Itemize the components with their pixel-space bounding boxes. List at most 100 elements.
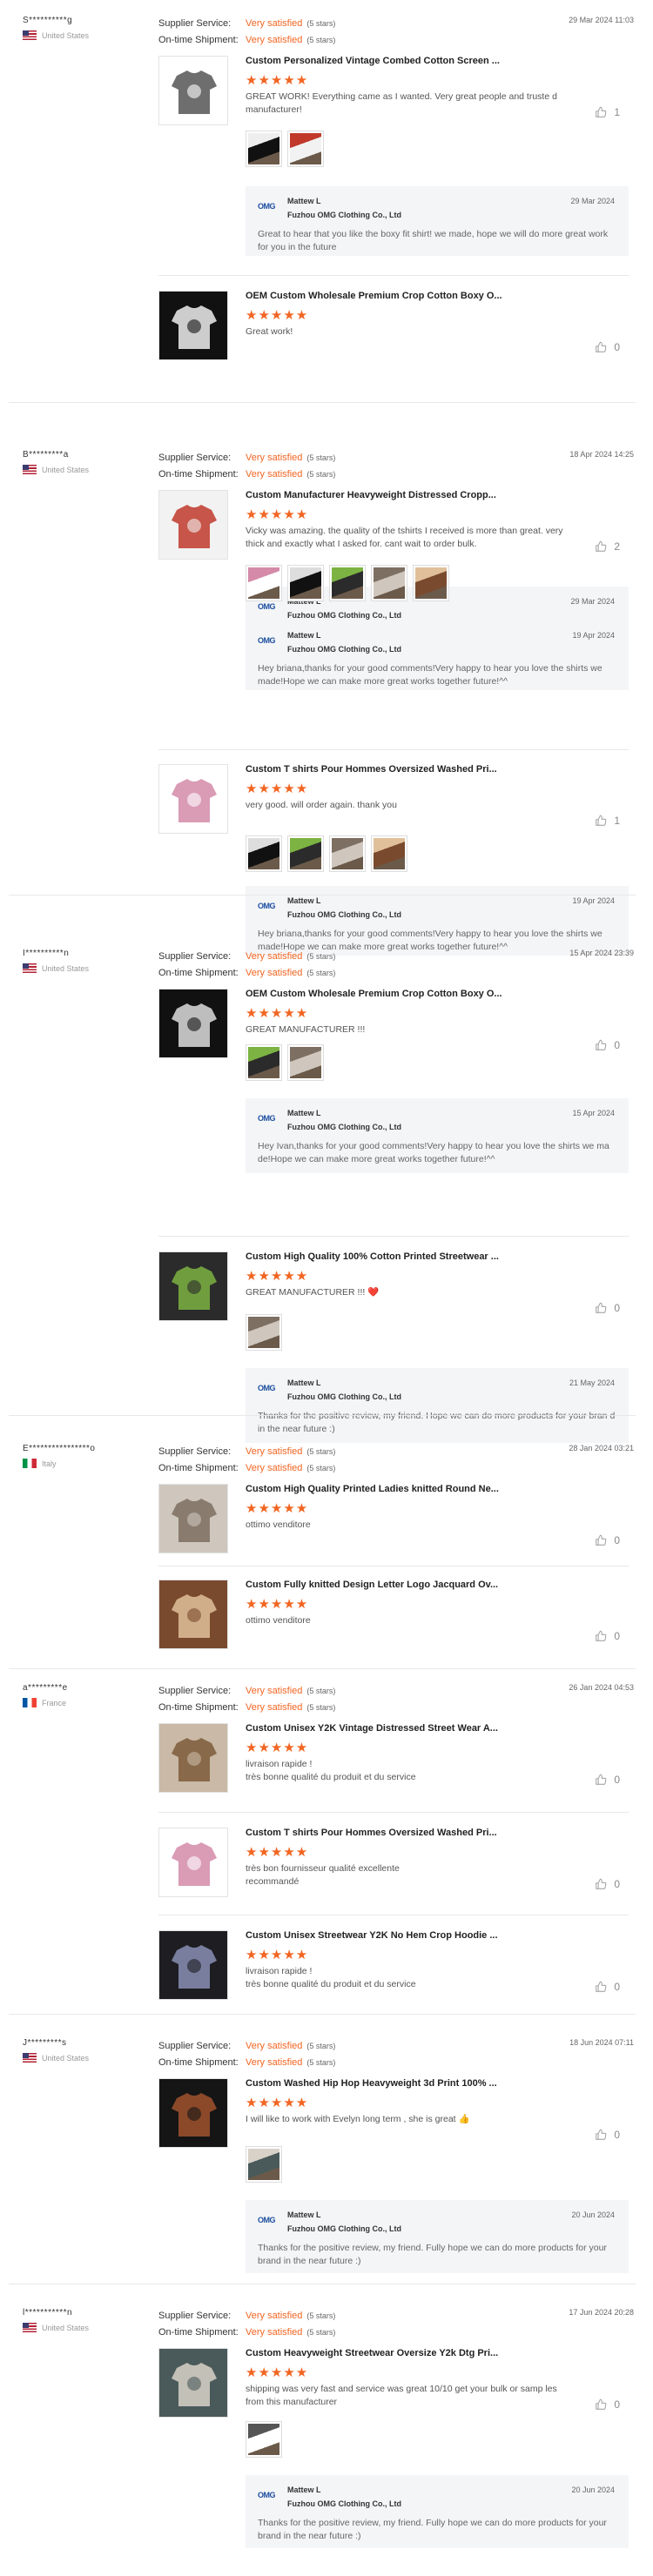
- ontime-shipment-stars: (5 stars): [306, 1464, 336, 1472]
- product-name-link[interactable]: OEM Custom Wholesale Premium Crop Cotton…: [246, 291, 502, 301]
- review-photo[interactable]: [246, 2421, 282, 2458]
- product-review-item: Custom Unisex Y2K Vintage Distressed Str…: [158, 1723, 629, 1793]
- item-divider: [158, 1812, 629, 1813]
- helpful-like-button[interactable]: 0: [595, 1774, 620, 1786]
- seller-reply: OMG Mattew L Fuzhou OMG Clothing Co., Ltd 2…: [246, 2475, 629, 2548]
- review-photo[interactable]: [287, 131, 324, 167]
- review-photo[interactable]: [287, 1044, 324, 1081]
- supplier-service-row: Supplier Service: Very satisfied (5 stars): [158, 16, 335, 32]
- supplier-service-value: Very satisfied: [246, 2311, 303, 2321]
- star-rating: ★★★★★: [246, 1269, 309, 1284]
- product-thumbnail[interactable]: [158, 490, 228, 560]
- review-divider: [9, 2014, 636, 2015]
- reviewer-name: a*********e: [23, 1683, 68, 1693]
- product-thumbnail[interactable]: [158, 989, 228, 1058]
- product-thumbnail[interactable]: [158, 291, 228, 360]
- reply-date: 19 Apr 2024: [572, 631, 615, 640]
- reviewer-info: I**********n United States: [23, 949, 89, 973]
- product-name-link[interactable]: Custom T shirts Pour Hommes Oversized Wa…: [246, 764, 497, 775]
- product-name-link[interactable]: Custom Manufacturer Heavyweight Distress…: [246, 490, 496, 500]
- review-photo[interactable]: [413, 565, 449, 601]
- seller-name: Mattew L: [287, 1379, 321, 1387]
- helpful-like-button[interactable]: 0: [595, 2398, 620, 2411]
- country-flag-icon: [23, 963, 37, 973]
- review-photo[interactable]: [246, 2146, 282, 2183]
- ontime-shipment-row: On-time Shipment: Very satisfied (5 stars): [158, 2324, 335, 2341]
- seller-company: Fuzhou OMG Clothing Co., Ltd: [287, 211, 401, 219]
- like-count: 2: [614, 540, 620, 553]
- product-name-link[interactable]: OEM Custom Wholesale Premium Crop Cotton…: [246, 989, 502, 999]
- review-photo[interactable]: [371, 565, 407, 601]
- like-count: 1: [614, 815, 620, 827]
- review-photo[interactable]: [287, 835, 324, 872]
- product-review-item: OEM Custom Wholesale Premium Crop Cotton…: [158, 291, 629, 646]
- review-divider: [9, 402, 636, 403]
- product-thumbnail[interactable]: [158, 764, 228, 834]
- product-thumbnail[interactable]: [158, 1828, 228, 1897]
- review-photo[interactable]: [246, 1314, 282, 1351]
- supplier-service-label: Supplier Service:: [158, 2311, 232, 2321]
- review-photo[interactable]: [329, 835, 366, 872]
- product-name-link[interactable]: Custom High Quality Printed Ladies knitt…: [246, 1484, 499, 1494]
- product-name-link[interactable]: Custom Heavyweight Streetwear Oversize Y…: [246, 2348, 498, 2358]
- product-thumbnail[interactable]: [158, 1580, 228, 1649]
- reply-date: 20 Jun 2024: [571, 2485, 615, 2494]
- supplier-service-label: Supplier Service:: [158, 453, 232, 463]
- product-thumbnail[interactable]: [158, 2078, 228, 2148]
- review-photo[interactable]: [329, 565, 366, 601]
- review-comment: I will like to work with Evelyn long ter…: [246, 2114, 470, 2124]
- helpful-like-button[interactable]: 1: [595, 815, 620, 827]
- thumbs-up-icon: [596, 1878, 607, 1889]
- product-name-link[interactable]: Custom T shirts Pour Hommes Oversized Wa…: [246, 1828, 497, 1838]
- helpful-like-button[interactable]: 0: [595, 1630, 620, 1642]
- helpful-like-button[interactable]: 0: [595, 1302, 620, 1314]
- helpful-like-button[interactable]: 0: [595, 1534, 620, 1546]
- review-photo[interactable]: [246, 1044, 282, 1081]
- seller-company: Fuzhou OMG Clothing Co., Ltd: [287, 910, 401, 919]
- product-name-link[interactable]: Custom Personalized Vintage Combed Cotto…: [246, 56, 500, 66]
- seller-company: Fuzhou OMG Clothing Co., Ltd: [287, 2499, 401, 2508]
- ontime-shipment-value: Very satisfied: [246, 1702, 303, 1713]
- product-name-link[interactable]: Custom High Quality 100% Cotton Printed …: [246, 1251, 499, 1262]
- helpful-like-button[interactable]: 2: [595, 540, 620, 553]
- review-photo[interactable]: [246, 565, 282, 601]
- thumbs-up-icon: [596, 341, 607, 352]
- country-flag-icon: [23, 30, 37, 40]
- seller-logo-icon: OMG: [258, 2491, 276, 2499]
- ontime-shipment-stars: (5 stars): [306, 2058, 336, 2067]
- helpful-like-button[interactable]: 0: [595, 341, 620, 353]
- product-name-link[interactable]: Custom Unisex Y2K Vintage Distressed Str…: [246, 1723, 498, 1734]
- ontime-shipment-stars: (5 stars): [306, 470, 336, 479]
- helpful-like-button[interactable]: 0: [595, 2129, 620, 2141]
- review-photo[interactable]: [287, 565, 324, 601]
- thumbs-up-icon: [596, 2398, 607, 2410]
- country-flag-icon: [23, 2053, 37, 2063]
- seller-name: Mattew L: [287, 2210, 321, 2219]
- product-thumbnail[interactable]: [158, 1930, 228, 2000]
- supplier-service-stars: (5 stars): [306, 952, 336, 961]
- product-thumbnail[interactable]: [158, 56, 228, 125]
- product-thumbnail[interactable]: [158, 1251, 228, 1321]
- helpful-like-button[interactable]: 0: [595, 1981, 620, 1993]
- ontime-shipment-row: On-time Shipment: Very satisfied (5 stars): [158, 32, 335, 49]
- review-photo[interactable]: [371, 835, 407, 872]
- product-thumbnail[interactable]: [158, 1723, 228, 1793]
- product-name-link[interactable]: Custom Unisex Streetwear Y2K No Hem Crop…: [246, 1930, 498, 1941]
- product-thumbnail[interactable]: [158, 1484, 228, 1553]
- product-review-item: Custom T shirts Pour Hommes Oversized Wa…: [158, 764, 629, 956]
- product-name-link[interactable]: Custom Washed Hip Hop Heavyweight 3d Pri…: [246, 2078, 497, 2089]
- product-thumbnail[interactable]: [158, 2348, 228, 2418]
- product-name-link[interactable]: Custom Fully knitted Design Letter Logo …: [246, 1580, 498, 1590]
- review-photo[interactable]: [246, 835, 282, 872]
- helpful-like-button[interactable]: 0: [595, 1039, 620, 1051]
- supplier-service-value: Very satisfied: [246, 2041, 303, 2051]
- review-divider: [9, 1415, 636, 1416]
- like-count: 0: [614, 2398, 620, 2411]
- helpful-like-button[interactable]: 0: [595, 1878, 620, 1890]
- review-block: I**********n United States Supplier Servic…: [0, 949, 653, 978]
- supplier-service-value: Very satisfied: [246, 951, 303, 962]
- review-photo[interactable]: [246, 131, 282, 167]
- ontime-shipment-value: Very satisfied: [246, 2057, 303, 2068]
- review-date: 28 Jan 2024 03:21: [569, 1444, 634, 1452]
- helpful-like-button[interactable]: 1: [595, 106, 620, 118]
